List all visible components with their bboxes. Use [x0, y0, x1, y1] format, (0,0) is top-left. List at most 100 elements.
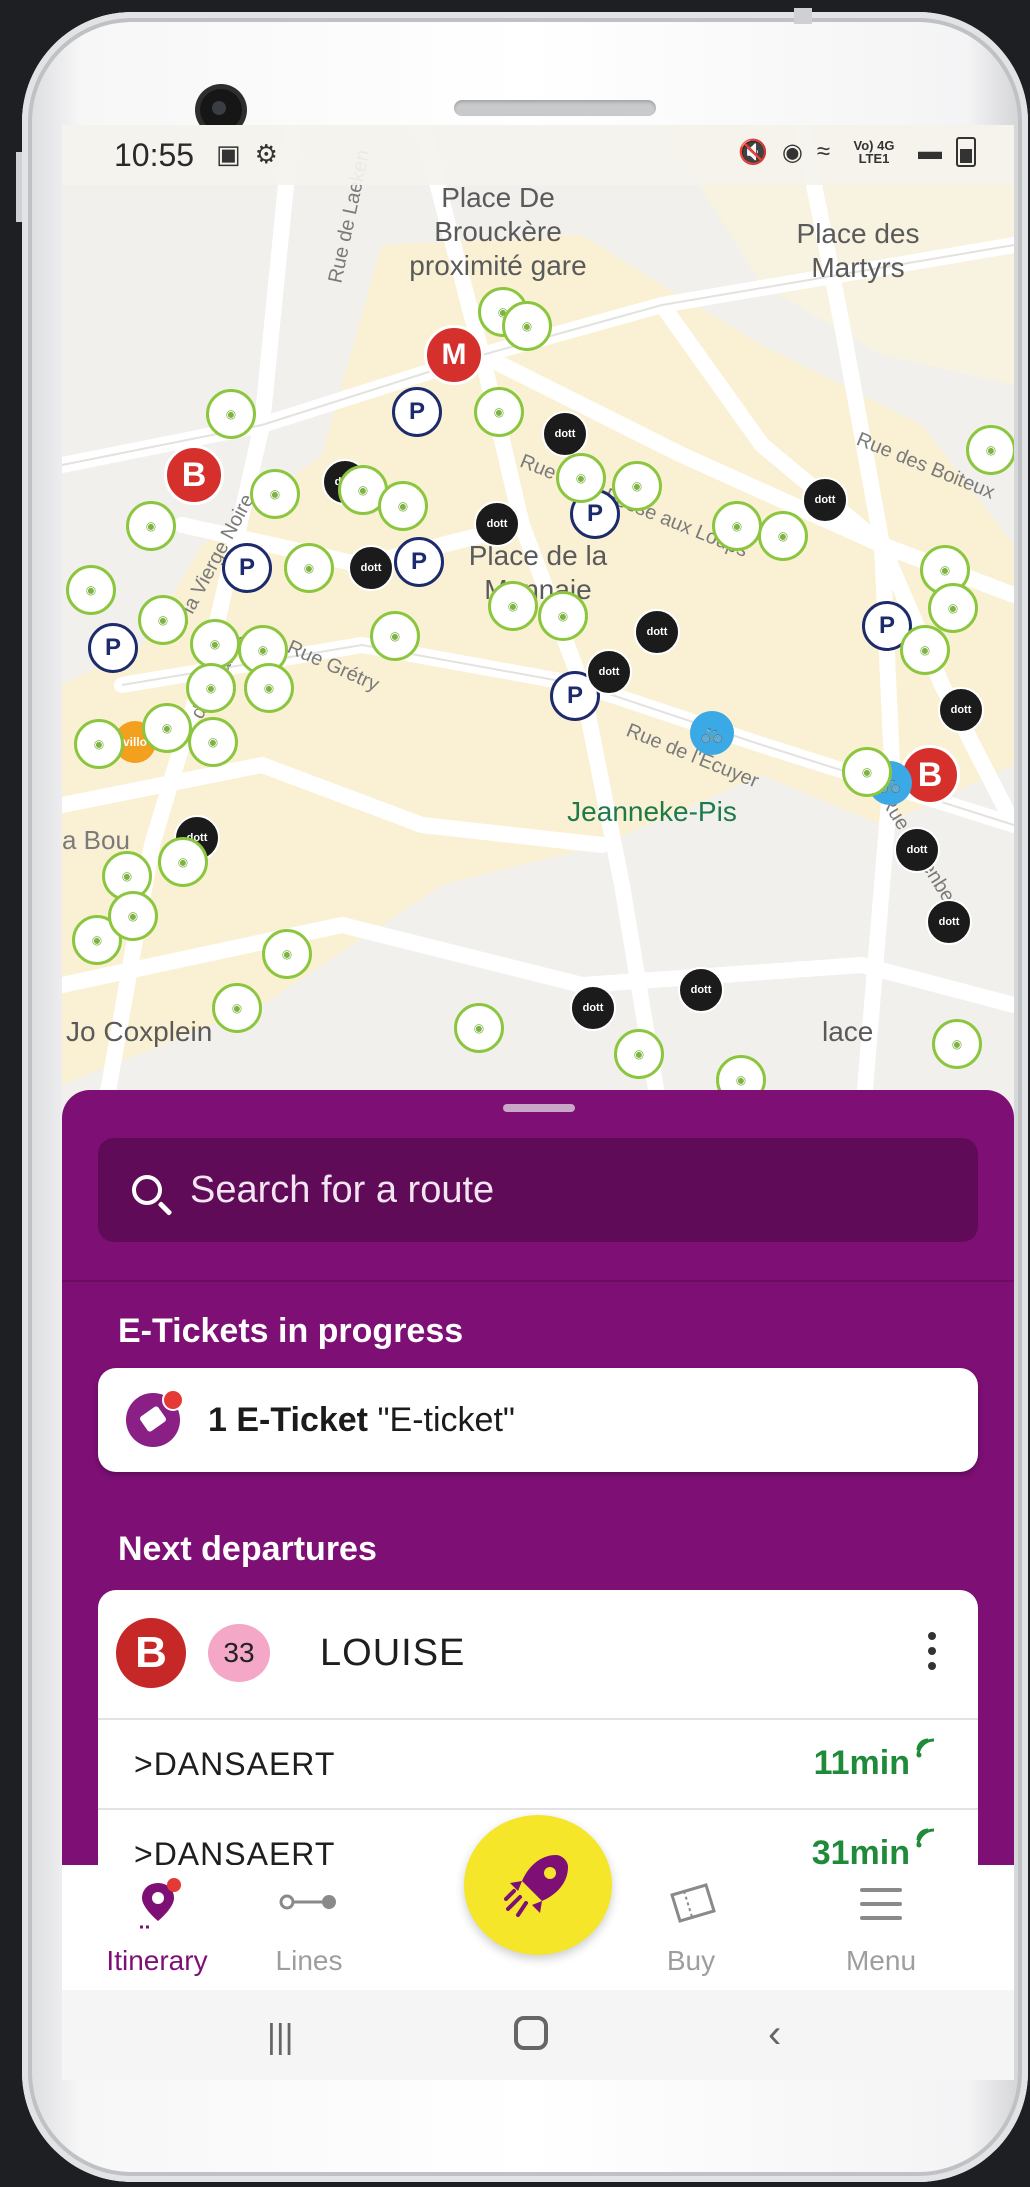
- bike-marker[interactable]: ◉: [284, 543, 334, 593]
- recent-apps-icon[interactable]: |||: [267, 2018, 294, 2057]
- bike-marker[interactable]: ◉: [502, 301, 552, 351]
- parking-marker[interactable]: P: [392, 387, 442, 437]
- rocket-icon: [504, 1855, 568, 1917]
- eticket-count: 1 E-Ticket: [208, 1400, 369, 1439]
- lines-icon: [279, 1894, 336, 1910]
- parking-marker[interactable]: P: [222, 543, 272, 593]
- dott-scooter-marker[interactable]: dott: [570, 985, 616, 1031]
- bike-marker[interactable]: ◉: [212, 983, 262, 1033]
- dott-scooter-marker[interactable]: dott: [802, 477, 848, 523]
- bus-stop-marker[interactable]: B: [164, 445, 224, 505]
- parking-marker[interactable]: P: [88, 623, 138, 673]
- bike-marker[interactable]: ◉: [66, 565, 116, 615]
- dott-scooter-marker[interactable]: dott: [474, 501, 520, 547]
- bike-marker[interactable]: ◉: [126, 501, 176, 551]
- dott-scooter-marker[interactable]: dott: [938, 687, 984, 733]
- dott-scooter-marker[interactable]: dott: [634, 609, 680, 655]
- nav-menu[interactable]: Menu: [786, 1865, 976, 1990]
- map-view[interactable]: Place De Brouckère proximité gare Place …: [62, 125, 1014, 1125]
- bike-marker[interactable]: ◉: [186, 663, 236, 713]
- more-options-icon[interactable]: [928, 1632, 936, 1670]
- bike-marker[interactable]: ◉: [538, 591, 588, 641]
- divider: [62, 1280, 1014, 1282]
- phone-top-button: [794, 8, 812, 24]
- departure-time: 11min: [813, 1744, 910, 1782]
- status-bar: 10:55 ▣ ⚙ 🔇 ◉ ≈ Vo) 4G LTE1 ▬: [62, 125, 1014, 185]
- bike-marker[interactable]: ◉: [250, 469, 300, 519]
- search-icon: [132, 1175, 162, 1205]
- settings-gear-icon: ⚙: [254, 139, 278, 169]
- bike-marker[interactable]: ◉: [370, 611, 420, 661]
- home-icon[interactable]: [514, 2016, 548, 2050]
- place-label-de-brouckere: Place De Brouckère proximité gare: [409, 182, 587, 281]
- bike-marker[interactable]: ◉: [108, 891, 158, 941]
- wifi-icon: ≈: [816, 138, 830, 165]
- eticket-card[interactable]: 1 E-Ticket "E-ticket": [98, 1368, 978, 1472]
- parking-marker[interactable]: P: [394, 537, 444, 587]
- bike-marker[interactable]: ◉: [454, 1003, 504, 1053]
- phone-side-button: [16, 152, 22, 222]
- bike-marker[interactable]: ◉: [900, 625, 950, 675]
- bike-marker[interactable]: ◉: [928, 583, 978, 633]
- bike-marker[interactable]: ◉: [932, 1019, 982, 1069]
- hamburger-icon: [860, 1888, 902, 1920]
- place-label-jeanneke-pis: Jeanneke-Pis: [567, 796, 737, 827]
- dott-scooter-marker[interactable]: dott: [894, 827, 940, 873]
- metro-station-marker[interactable]: M: [424, 325, 484, 385]
- bike-marker[interactable]: ◉: [556, 453, 606, 503]
- signal-icon: ▬: [918, 138, 942, 165]
- nav-lines-label: Lines: [275, 1945, 343, 1976]
- realtime-icon: [916, 1738, 935, 1758]
- bike-marker[interactable]: ◉: [188, 717, 238, 767]
- bike-marker[interactable]: ◉: [614, 1029, 664, 1079]
- bike-marker[interactable]: ◉: [488, 581, 538, 631]
- sheet-drag-handle[interactable]: [503, 1104, 575, 1112]
- bike-marker[interactable]: ◉: [74, 719, 124, 769]
- stop-name: LOUISE: [320, 1632, 466, 1674]
- bike-marker[interactable]: ◉: [842, 747, 892, 797]
- dott-scooter-marker[interactable]: dott: [678, 967, 724, 1013]
- nav-buy-label: Buy: [666, 1945, 716, 1976]
- stop-header[interactable]: B 33 LOUISE: [98, 1590, 978, 1720]
- bike-marker[interactable]: ◉: [474, 387, 524, 437]
- bike-share-marker[interactable]: 🚲: [690, 711, 734, 755]
- bike-marker[interactable]: ◉: [158, 837, 208, 887]
- eticket-icon: [126, 1389, 184, 1447]
- status-time: 10:55: [114, 137, 195, 173]
- bike-marker[interactable]: ◉: [712, 501, 762, 551]
- itinerary-pin-icon: [140, 1878, 181, 1929]
- nav-menu-label: Menu: [845, 1945, 917, 1976]
- phone-screen: Place De Brouckère proximité gare Place …: [62, 125, 1014, 1990]
- dott-scooter-marker[interactable]: dott: [542, 411, 588, 457]
- ticket-icon: [670, 1883, 716, 1923]
- line-number-badge: 33: [208, 1624, 270, 1682]
- departure-row[interactable]: >DANSAERT 11min: [98, 1720, 978, 1810]
- bike-marker[interactable]: ◉: [612, 461, 662, 511]
- back-icon[interactable]: ‹: [768, 2012, 781, 2057]
- dott-scooter-marker[interactable]: dott: [926, 899, 972, 945]
- dott-scooter-marker[interactable]: dott: [348, 545, 394, 591]
- bike-marker[interactable]: ◉: [206, 389, 256, 439]
- bike-marker[interactable]: ◉: [142, 703, 192, 753]
- bike-marker[interactable]: ◉: [378, 481, 428, 531]
- etickets-section-title: E-Tickets in progress: [118, 1312, 464, 1350]
- departure-destination: >DANSAERT: [134, 1746, 336, 1782]
- bottom-sheet: Search for a route E-Tickets in progress…: [62, 1090, 1014, 1990]
- place-label-monnaie: Place de la Monnaie: [468, 540, 608, 605]
- gallery-icon: ▣: [216, 139, 241, 169]
- bike-marker[interactable]: ◉: [244, 663, 294, 713]
- bike-marker[interactable]: ◉: [262, 929, 312, 979]
- bike-marker[interactable]: ◉: [758, 511, 808, 561]
- dott-scooter-marker[interactable]: dott: [586, 649, 632, 695]
- bus-mode-badge: B: [116, 1618, 186, 1688]
- bike-marker[interactable]: ◉: [190, 619, 240, 669]
- route-search-input[interactable]: Search for a route: [98, 1138, 978, 1242]
- departures-section-title: Next departures: [118, 1530, 377, 1568]
- bike-marker[interactable]: ◉: [966, 425, 1014, 475]
- nav-buy[interactable]: Buy: [596, 1865, 786, 1990]
- network-label: Vo) 4G LTE1: [853, 138, 895, 166]
- bike-marker[interactable]: ◉: [138, 595, 188, 645]
- quick-route-button[interactable]: [464, 1815, 612, 1955]
- location-icon: ◉: [781, 138, 803, 166]
- nav-lines[interactable]: Lines: [214, 1865, 404, 1990]
